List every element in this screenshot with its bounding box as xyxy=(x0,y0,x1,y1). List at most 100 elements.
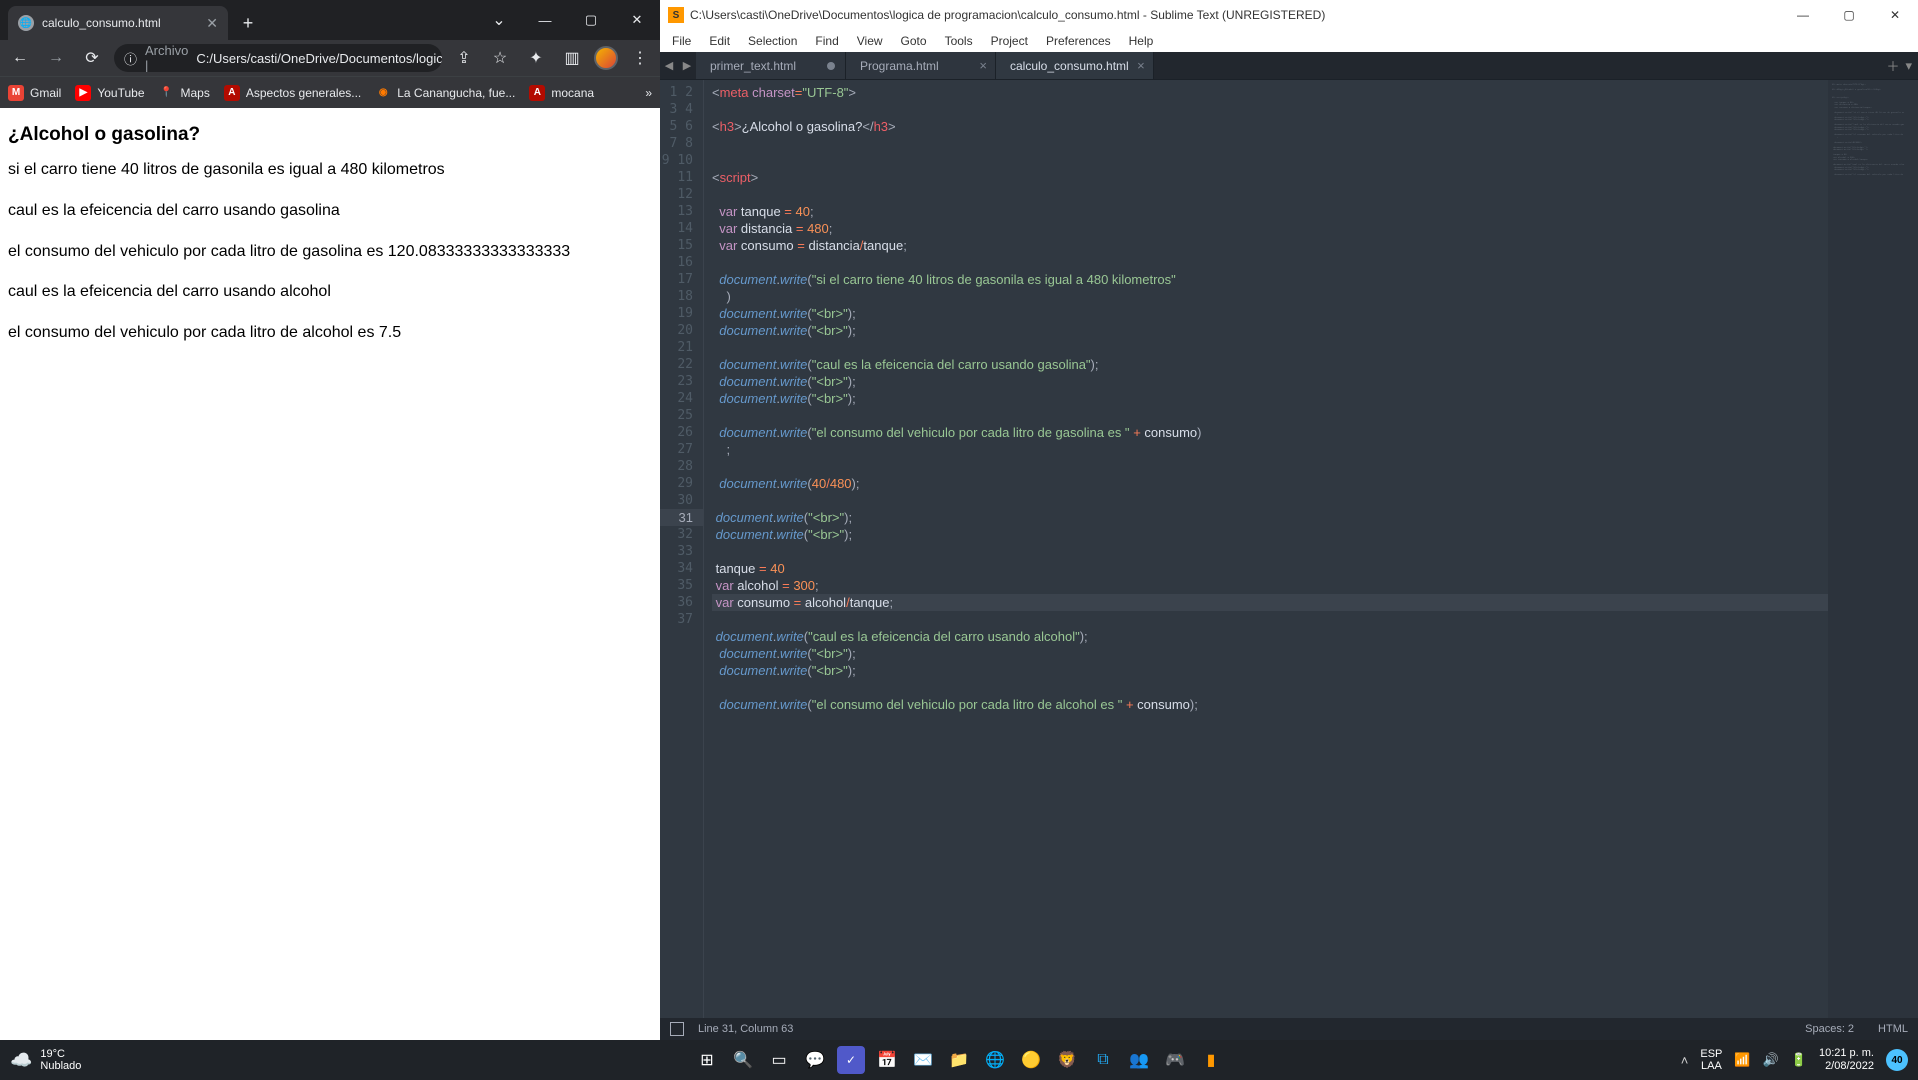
close-tab-icon[interactable]: ✕ xyxy=(206,15,218,32)
bookmark-gmail[interactable]: MGmail xyxy=(8,85,61,101)
task-view-icon[interactable]: ▭ xyxy=(765,1046,793,1074)
editor-tab-primer[interactable]: primer_text.html xyxy=(696,52,846,79)
bookmarks-bar: MGmail ▶YouTube 📍Maps AAspectos generale… xyxy=(0,76,660,108)
sublime-statusbar: Line 31, Column 63 Spaces: 2 HTML xyxy=(660,1018,1918,1040)
page-line-5: el consumo del vehiculo por cada litro d… xyxy=(8,323,652,344)
editor-tab-calculo[interactable]: calculo_consumo.html× xyxy=(996,52,1154,79)
sublime-titlebar: S C:\Users\casti\OneDrive\Documentos\log… xyxy=(660,0,1918,30)
new-tab-button[interactable]: + xyxy=(234,9,262,37)
bookmark-mocana[interactable]: Amocana xyxy=(529,85,594,101)
minimize-button[interactable]: — xyxy=(522,0,568,40)
tab-history-fwd-icon[interactable]: ▶ xyxy=(678,52,696,79)
address-bar[interactable]: ⓘ Archivo | C:/Users/casti/OneDrive/Docu… xyxy=(114,44,442,72)
vscode-icon[interactable]: ⧉ xyxy=(1089,1046,1117,1074)
share-icon[interactable]: ⇪ xyxy=(450,44,478,72)
sublime-tabbar: ◀ ▶ primer_text.html Programa.html× calc… xyxy=(660,52,1918,80)
profile-avatar[interactable] xyxy=(594,46,618,70)
info-icon[interactable]: ⓘ xyxy=(124,49,137,68)
chrome-window: 🌐 calculo_consumo.html ✕ + ⌄ — ▢ ✕ ← → ⟳… xyxy=(0,0,660,1040)
cursor-position: Line 31, Column 63 xyxy=(698,1023,793,1035)
menu-project[interactable]: Project xyxy=(983,32,1036,50)
tab-search-icon[interactable]: ⌄ xyxy=(476,0,522,40)
indentation-status[interactable]: Spaces: 2 xyxy=(1805,1023,1854,1035)
mail-icon[interactable]: ✉️ xyxy=(909,1046,937,1074)
bookmarks-overflow[interactable]: » xyxy=(645,86,652,100)
sidepanel-icon[interactable]: ▥ xyxy=(558,44,586,72)
reload-button[interactable]: ⟳ xyxy=(78,44,106,72)
new-tab-icon[interactable]: ＋ xyxy=(1886,56,1899,75)
sublime-window: S C:\Users\casti\OneDrive\Documentos\log… xyxy=(660,0,1918,1040)
menu-view[interactable]: View xyxy=(849,32,891,50)
brave-icon[interactable]: 🦁 xyxy=(1053,1046,1081,1074)
back-button[interactable]: ← xyxy=(6,44,34,72)
menu-selection[interactable]: Selection xyxy=(740,32,805,50)
teams-app-icon[interactable]: 👥 xyxy=(1125,1046,1153,1074)
wifi-icon[interactable]: 📶 xyxy=(1734,1052,1750,1068)
temperature: 19°C xyxy=(40,1048,81,1060)
discord-icon[interactable]: 🎮 xyxy=(1161,1046,1189,1074)
language-indicator[interactable]: ESP LAA xyxy=(1700,1048,1722,1072)
maximize-button[interactable]: ▢ xyxy=(568,0,614,40)
tab-history-back-icon[interactable]: ◀ xyxy=(660,52,678,79)
close-tab-icon[interactable]: × xyxy=(1137,58,1145,73)
sublime-title-text: C:\Users\casti\OneDrive\Documentos\logic… xyxy=(690,8,1325,22)
weather-label: Nublado xyxy=(40,1060,81,1072)
bookmark-aspectos[interactable]: AAspectos generales... xyxy=(224,85,361,101)
chrome-window-controls: ⌄ — ▢ ✕ xyxy=(476,0,660,40)
menu-find[interactable]: Find xyxy=(807,32,846,50)
page-line-2: caul es la efeicencia del carro usando g… xyxy=(8,201,652,222)
code-area[interactable]: <meta charset="UTF-8"><h3>¿Alcohol o gas… xyxy=(704,80,1828,1018)
chrome-menu-icon[interactable]: ⋮ xyxy=(626,44,654,72)
globe-icon: 🌐 xyxy=(18,15,34,31)
page-line-3: el consumo del vehiculo por cada litro d… xyxy=(8,242,652,263)
bookmark-maps[interactable]: 📍Maps xyxy=(159,85,210,101)
url-path: C:/Users/casti/OneDrive/Documentos/logic… xyxy=(196,51,442,66)
editor-body: 1 2 3 4 5 6 7 8 9 10 11 12 13 14 15 16 1… xyxy=(660,80,1918,1018)
file-explorer-icon[interactable]: 📁 xyxy=(945,1046,973,1074)
tray-chevron-icon[interactable]: ˄ xyxy=(1681,1053,1689,1068)
chrome-toolbar: ← → ⟳ ⓘ Archivo | C:/Users/casti/OneDriv… xyxy=(0,40,660,76)
battery-icon[interactable]: 🔋 xyxy=(1791,1052,1807,1068)
menu-file[interactable]: File xyxy=(664,32,699,50)
windows-taskbar: ☁️ 19°C Nublado ⊞ 🔍 ▭ 💬 ✓ 📅 ✉️ 📁 🌐 🟡 🦁 ⧉… xyxy=(0,1040,1918,1080)
menu-edit[interactable]: Edit xyxy=(701,32,738,50)
volume-icon[interactable]: 🔊 xyxy=(1763,1052,1779,1068)
panel-switcher-icon[interactable] xyxy=(670,1022,684,1036)
sublime-window-controls: — ▢ ✕ xyxy=(1780,0,1918,30)
calendar-icon[interactable]: 📅 xyxy=(873,1046,901,1074)
bookmark-youtube[interactable]: ▶YouTube xyxy=(75,85,144,101)
bookmark-star-icon[interactable]: ☆ xyxy=(486,44,514,72)
editor-tab-programa[interactable]: Programa.html× xyxy=(846,52,996,79)
extensions-icon[interactable]: ✦ xyxy=(522,44,550,72)
chrome-tab-active[interactable]: 🌐 calculo_consumo.html ✕ xyxy=(8,6,228,40)
minimap[interactable]: &lt;meta charset="UTF-8"&gt; &lt;h3&gt;¿… xyxy=(1828,80,1918,1018)
close-tab-icon[interactable]: × xyxy=(979,58,987,73)
notification-badge[interactable]: 40 xyxy=(1886,1049,1908,1071)
tab-title: calculo_consumo.html xyxy=(42,16,161,30)
teams-icon[interactable]: 💬 xyxy=(801,1046,829,1074)
todo-icon[interactable]: ✓ xyxy=(837,1046,865,1074)
chrome-app-icon[interactable]: 🟡 xyxy=(1017,1046,1045,1074)
menu-help[interactable]: Help xyxy=(1121,32,1162,50)
clock[interactable]: 10:21 p. m. 2/08/2022 xyxy=(1819,1047,1874,1073)
menu-tools[interactable]: Tools xyxy=(937,32,981,50)
sublime-menubar: File Edit Selection Find View Goto Tools… xyxy=(660,30,1918,52)
syntax-status[interactable]: HTML xyxy=(1878,1023,1908,1035)
edge-icon[interactable]: 🌐 xyxy=(981,1046,1009,1074)
search-icon[interactable]: 🔍 xyxy=(729,1046,757,1074)
close-window-button[interactable]: ✕ xyxy=(614,0,660,40)
maximize-button[interactable]: ▢ xyxy=(1826,0,1872,30)
minimize-button[interactable]: — xyxy=(1780,0,1826,30)
page-content: ¿Alcohol o gasolina? si el carro tiene 4… xyxy=(0,108,660,1040)
tab-dropdown-icon[interactable]: ▾ xyxy=(1905,58,1912,74)
weather-widget[interactable]: ☁️ 19°C Nublado xyxy=(0,1048,81,1072)
menu-preferences[interactable]: Preferences xyxy=(1038,32,1119,50)
sublime-logo-icon: S xyxy=(668,7,684,23)
close-window-button[interactable]: ✕ xyxy=(1872,0,1918,30)
start-button[interactable]: ⊞ xyxy=(693,1046,721,1074)
sublime-app-icon[interactable]: ▮ xyxy=(1197,1046,1225,1074)
bookmark-canangucha[interactable]: ◉La Canangucha, fue... xyxy=(375,85,515,101)
menu-goto[interactable]: Goto xyxy=(893,32,935,50)
forward-button[interactable]: → xyxy=(42,44,70,72)
system-tray: ˄ ESP LAA 📶 🔊 🔋 10:21 p. m. 2/08/2022 40 xyxy=(1681,1047,1918,1073)
